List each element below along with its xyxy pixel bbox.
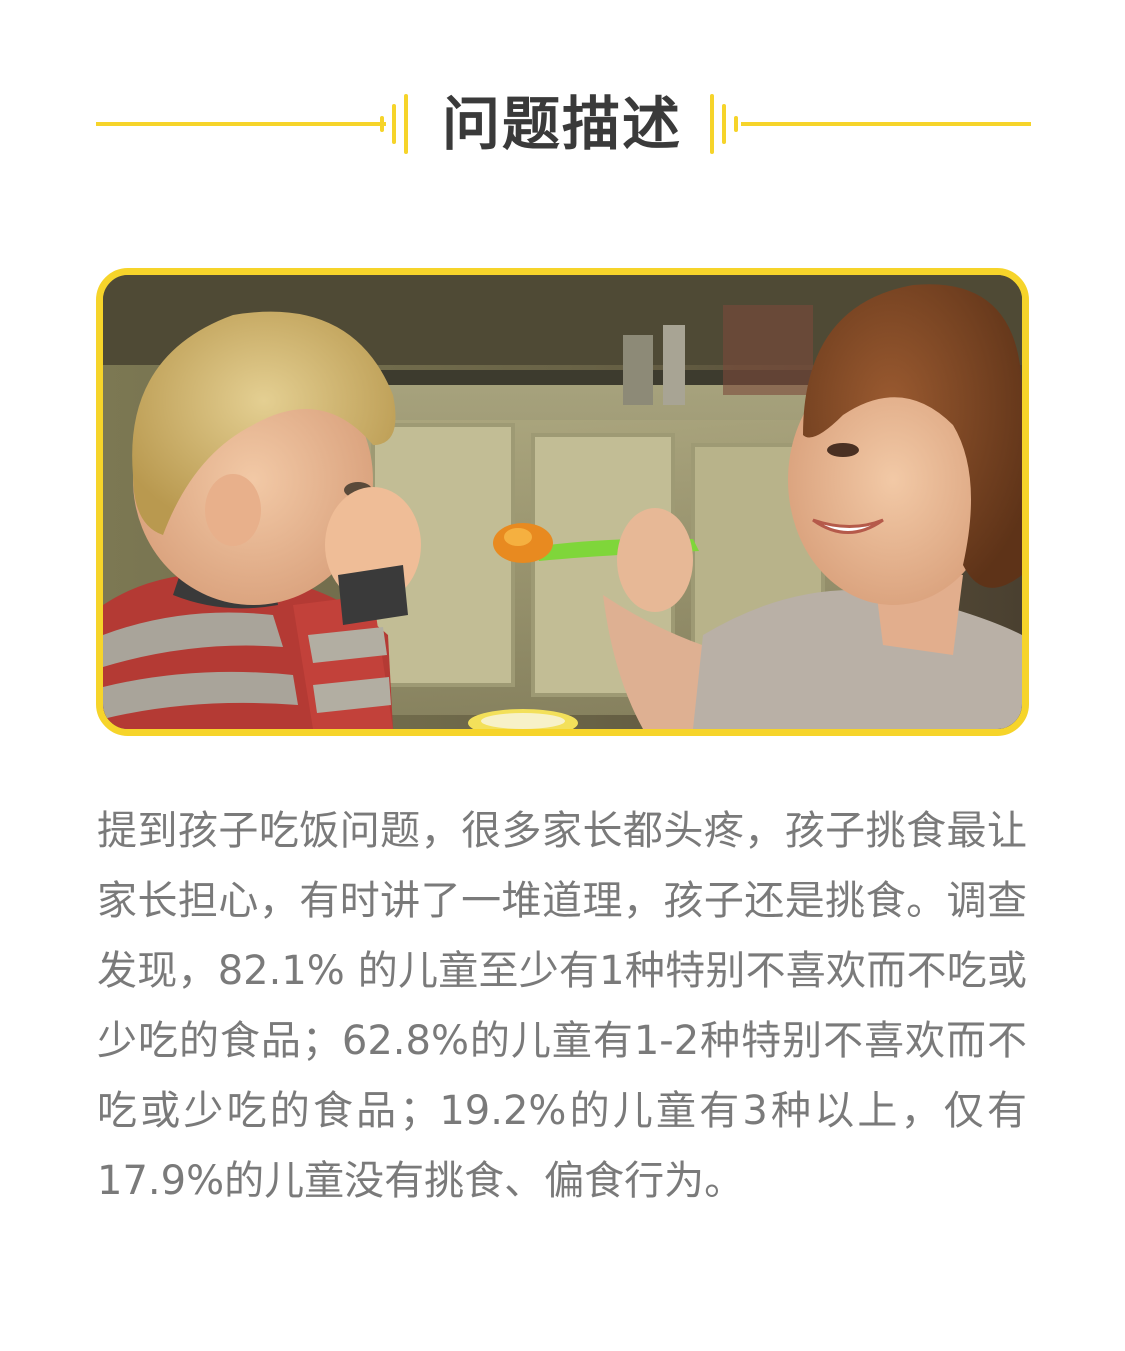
sound-wave-left-icon <box>376 94 416 154</box>
header-line-right <box>741 122 1031 126</box>
photo-frame <box>96 268 1029 736</box>
section-header: 问题描述 <box>0 60 1125 200</box>
sound-wave-right-icon <box>706 94 746 154</box>
photo-child-refusing-food <box>103 275 1022 729</box>
description-paragraph: 提到孩子吃饭问题，很多家长都头疼，孩子挑食最让家长担心，有时讲了一堆道理，孩子还… <box>97 808 1027 1204</box>
section-title: 问题描述 <box>441 90 682 158</box>
header-line-left <box>96 122 386 126</box>
